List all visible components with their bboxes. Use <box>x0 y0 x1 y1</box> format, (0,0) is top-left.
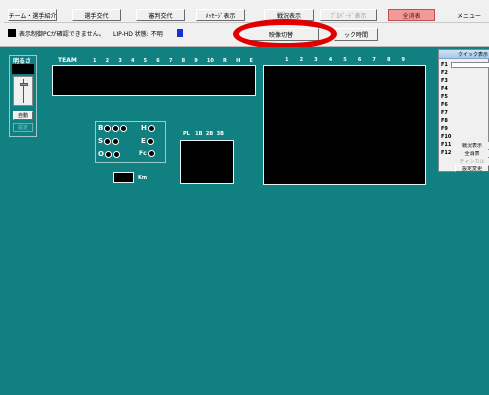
f7-label[interactable]: F7 <box>441 110 448 116</box>
message-display-button[interactable]: ﾒｯｾｰｼﾞ表示 <box>196 9 245 21</box>
f2-label[interactable]: F2 <box>441 70 448 76</box>
quick-game-status-button[interactable]: 戦況表示 <box>455 142 489 149</box>
f10-label[interactable]: F10 <box>441 134 451 140</box>
lip-status-indicator <box>177 29 183 37</box>
second-base-label: 2B <box>205 131 214 137</box>
brightness-value <box>12 64 34 74</box>
third-base-label: 3B <box>216 131 224 137</box>
pro-parade-button[interactable]: ﾌﾟﾛﾊﾟｰﾄﾞ表示 <box>320 9 377 21</box>
hit-lamp: H <box>141 124 155 132</box>
inning-1: 1 <box>93 58 97 64</box>
speed-unit: Km <box>138 175 148 181</box>
quick-panel-titlebar: クイック表示 <box>439 50 489 59</box>
quick-check-button[interactable]: チャンカル <box>455 158 489 165</box>
slider-thumb[interactable] <box>20 83 28 86</box>
toolbar-divider <box>4 22 489 23</box>
control-pc-status: 表示制御PCが確認できません。 <box>19 31 105 38</box>
toolbar: チーム・選手紹介 選手交代 審判交代 ﾒｯｾｰｼﾞ表示 戦況表示 ﾌﾟﾛﾊﾟｰﾄ… <box>0 0 489 47</box>
f12-label: F12 <box>441 150 452 156</box>
menu-button[interactable]: メニュー <box>449 9 489 21</box>
inning-3: 3 <box>118 58 122 64</box>
f1-label: F1 <box>441 62 448 68</box>
video-switch-button[interactable]: 映像切替 <box>243 28 319 41</box>
inning-7: 7 <box>168 58 173 64</box>
f9-label[interactable]: F9 <box>441 126 448 132</box>
f6-label[interactable]: F6 <box>441 102 448 108</box>
errors-header: E <box>249 58 253 64</box>
team-player-intro-button[interactable]: チーム・選手紹介 <box>8 9 57 21</box>
main-display <box>263 65 426 185</box>
inning-10: 10 <box>206 58 214 64</box>
inning-9: 9 <box>194 58 198 64</box>
f4-label[interactable]: F4 <box>441 86 448 92</box>
runs-header: R <box>223 58 227 64</box>
fielders-choice-lamp: Fc <box>139 150 155 157</box>
quick-panel: クイック表示 F1 F2 F3 F4 F5 F6 F7 F8 F9 F10 F1… <box>438 49 489 172</box>
strike-count: S <box>98 137 120 145</box>
out-count: O <box>98 150 120 158</box>
f5-label[interactable]: F5 <box>441 94 448 100</box>
status-square-icon <box>8 29 16 37</box>
auto-brightness-button[interactable]: 自動 <box>13 111 33 120</box>
pitch-headers: PL 1B 2B 3B <box>183 131 224 137</box>
umpire-change-button[interactable]: 審判交代 <box>136 9 185 21</box>
quick-panel-title: クイック表示 <box>457 52 488 58</box>
game-status-button[interactable]: 戦況表示 <box>264 9 314 21</box>
f11-label: F11 <box>441 142 452 148</box>
f1-field[interactable] <box>451 62 489 68</box>
f3-label[interactable]: F3 <box>441 78 448 84</box>
inning-6: 6 <box>156 58 160 64</box>
linescore-display <box>52 65 256 96</box>
inning-2: 2 <box>105 58 110 64</box>
quick-clear-all-button[interactable]: 全消表 <box>455 150 489 157</box>
player-change-button[interactable]: 選手交代 <box>72 9 121 21</box>
inning-5: 5 <box>143 58 148 64</box>
inning-8: 8 <box>181 58 186 64</box>
f8-label[interactable]: F8 <box>441 118 448 124</box>
hits-header: H <box>236 58 241 64</box>
quick-settings-button[interactable]: 設定変更 <box>455 165 489 172</box>
ball-count: B <box>98 124 128 132</box>
inning-4: 4 <box>130 58 135 64</box>
pitcher-display <box>180 140 234 184</box>
team-label: TEAM <box>58 57 77 64</box>
error-lamp: E <box>141 137 154 145</box>
inning-headers: 1 2 3 4 5 6 7 8 9 10 R H E <box>93 58 253 64</box>
set-brightness-button[interactable]: 設定 <box>13 123 33 132</box>
right-inning-headers: 1 2 3 4 5 6 7 8 9 <box>285 57 405 63</box>
speed-display <box>113 172 134 183</box>
clear-all-button[interactable]: 全消表 <box>388 9 435 21</box>
lip-status: LIP-HD 状態: 不明 <box>113 31 163 38</box>
first-base-label: 1B <box>195 131 203 137</box>
brightness-slider[interactable] <box>13 76 33 106</box>
pitcher-label: PL <box>183 131 190 137</box>
clock-time-button[interactable]: ック時間 <box>334 28 378 41</box>
